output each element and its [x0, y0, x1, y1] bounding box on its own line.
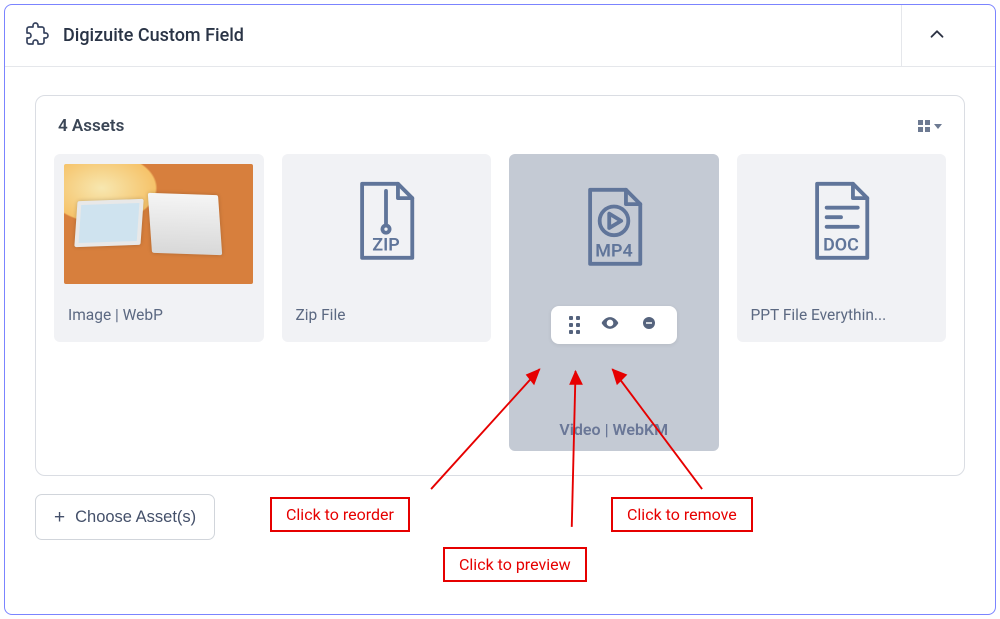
doc-file-icon: DOC	[805, 179, 877, 269]
reorder-handle[interactable]	[569, 316, 580, 334]
minus-circle-icon	[640, 314, 658, 336]
annotation-reorder: Click to reorder	[270, 497, 410, 532]
collapse-toggle[interactable]	[901, 5, 971, 66]
grid-icon	[918, 120, 930, 132]
asset-label: Video | WebKM	[509, 420, 719, 439]
remove-button[interactable]	[640, 314, 658, 336]
field-panel: Digizuite Custom Field 4 Assets	[4, 4, 996, 615]
eye-icon	[600, 313, 620, 337]
annotation-preview: Click to preview	[443, 547, 587, 582]
asset-row: Image | WebP ZIP	[36, 154, 964, 475]
asset-thumb: MP4	[509, 154, 719, 306]
drag-icon	[569, 316, 580, 334]
asset-card-zip[interactable]: ZIP Zip File	[282, 154, 492, 342]
panel-head: 4 Assets	[36, 96, 964, 154]
asset-card-video[interactable]: MP4	[509, 154, 719, 451]
mp4-file-icon: MP4	[578, 185, 650, 275]
header-left: Digizuite Custom Field	[25, 22, 244, 50]
choose-asset-label: Choose Asset(s)	[75, 508, 196, 527]
asset-label: Zip File	[282, 294, 492, 342]
asset-label: Image | WebP	[54, 294, 264, 342]
photo-thumbnail	[64, 164, 253, 284]
asset-thumb	[54, 154, 264, 294]
annotation-remove: Click to remove	[611, 497, 753, 532]
asset-action-bar	[551, 306, 677, 344]
file-tag: MP4	[595, 241, 632, 262]
preview-button[interactable]	[600, 313, 620, 337]
file-tag: DOC	[823, 235, 859, 256]
content-area: 4 Assets Image	[5, 67, 995, 558]
asset-thumb: ZIP	[282, 154, 492, 294]
chevron-up-icon	[926, 23, 948, 49]
zip-file-icon: ZIP	[350, 179, 422, 269]
asset-label: PPT File Everythin...	[737, 294, 947, 342]
asset-card-doc[interactable]: DOC PPT File Everythin...	[737, 154, 947, 342]
plus-icon: +	[54, 508, 65, 527]
asset-thumb: DOC	[737, 154, 947, 294]
assets-count: 4 Assets	[58, 116, 124, 136]
header-title: Digizuite Custom Field	[63, 25, 244, 46]
puzzle-icon	[25, 22, 49, 50]
view-mode-toggle[interactable]	[918, 120, 942, 132]
file-tag: ZIP	[373, 235, 400, 256]
asset-card-image[interactable]: Image | WebP	[54, 154, 264, 342]
chevron-down-icon	[934, 124, 942, 129]
header-bar: Digizuite Custom Field	[5, 5, 995, 67]
choose-asset-button[interactable]: + Choose Asset(s)	[35, 494, 215, 540]
assets-panel: 4 Assets Image	[35, 95, 965, 476]
